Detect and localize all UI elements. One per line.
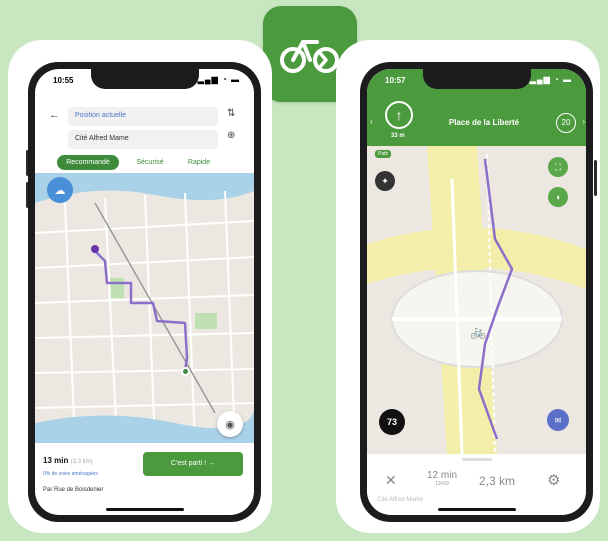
turn-arrow-icon: ↑: [385, 101, 413, 129]
tab-recommended[interactable]: Recommandé: [57, 155, 119, 170]
notch: [90, 69, 199, 89]
report-icon[interactable]: ✉: [547, 409, 569, 431]
origin-marker: [91, 245, 99, 253]
fullscreen-icon[interactable]: ⛶: [548, 157, 568, 177]
duration-text: 13 min: [43, 456, 69, 465]
add-waypoint-icon[interactable]: ⊕: [227, 130, 235, 141]
distance-text: (3,3 km): [70, 459, 93, 465]
speed-limit-sign: 20: [556, 113, 576, 133]
destination-marker: [181, 367, 190, 376]
tab-fast[interactable]: Rapide: [178, 155, 220, 170]
notch: [422, 69, 531, 89]
left-phone: 10:55 ▂▄▆ ◔ ▬ ← Position actuelle ⇅ Cité…: [28, 62, 261, 522]
trip-distance: 2,3 km: [479, 474, 516, 488]
trip-duration: 12 min 11h09: [417, 470, 467, 487]
settings-gear-icon[interactable]: ⚙: [547, 471, 560, 489]
arrival-time: 11h09: [435, 481, 449, 487]
weather-icon[interactable]: ☁: [47, 177, 73, 203]
signal-icons: ▂▄▆ ◔ ▬: [529, 75, 572, 84]
next-step-icon[interactable]: ›: [582, 117, 585, 126]
via-street: Par Rue de Boisdenier: [43, 487, 104, 493]
swap-icon[interactable]: ⇅: [227, 108, 235, 119]
speed-badge: 73: [379, 409, 405, 435]
path-label: Path: [375, 150, 392, 158]
status-time: 10:57: [385, 76, 406, 85]
route-planner-screen: 10:55 ▂▄▆ ◔ ▬ ← Position actuelle ⇅ Cité…: [35, 69, 254, 515]
home-indicator: [437, 508, 516, 511]
tab-secure[interactable]: Sécurisé: [127, 155, 173, 170]
prev-step-icon[interactable]: ‹: [370, 117, 373, 126]
power-button: [594, 160, 597, 196]
route-map[interactable]: [35, 173, 254, 444]
home-indicator: [105, 508, 184, 511]
sound-icon[interactable]: ◖: [548, 187, 568, 207]
cyclist-marker-icon: 🚲: [470, 324, 487, 339]
right-phone: 🚲 10:57 ▂▄▆ ◔ ▬ ‹ ↑ 33 m Place de la Lib…: [360, 62, 593, 522]
navigation-screen: 🚲 10:57 ▂▄▆ ◔ ▬ ‹ ↑ 33 m Place de la Lib…: [367, 69, 586, 515]
compass-icon[interactable]: ✦: [375, 171, 395, 191]
drag-handle[interactable]: [462, 458, 492, 461]
turn-distance: 33 m: [391, 133, 405, 139]
close-icon[interactable]: ✕: [385, 472, 397, 489]
route-duration: 13 min (3,3 km): [43, 456, 93, 465]
eye-icon[interactable]: ◉: [217, 411, 243, 437]
back-arrow-icon[interactable]: ←: [49, 109, 60, 121]
destination-field[interactable]: Cité Alfred Mame: [68, 130, 218, 149]
signal-icons: ▂▄▆ ◔ ▬: [197, 75, 240, 84]
duration-text: 12 min: [426, 470, 457, 481]
origin-field[interactable]: Position actuelle: [68, 107, 218, 126]
street-name: Place de la Liberté: [448, 118, 520, 127]
destination-hint: Cité Alfred Mame: [377, 497, 424, 503]
protected-note[interactable]: 0% de voies aménagées: [43, 471, 98, 477]
status-time: 10:55: [53, 76, 74, 85]
go-button[interactable]: C'est parti ! →: [143, 452, 243, 476]
navigation-summary: ✕ 12 min 11h09 2,3 km ⚙: [367, 454, 586, 514]
